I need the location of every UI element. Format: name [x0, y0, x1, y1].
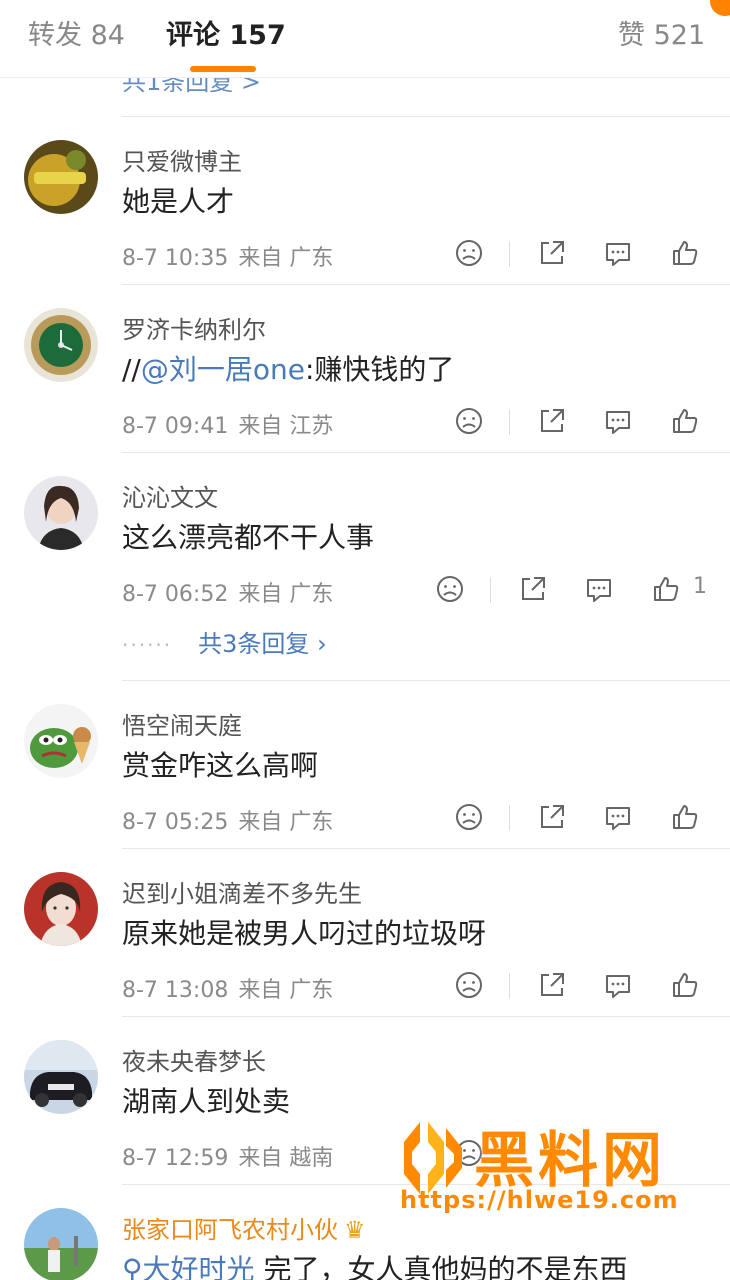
comment-bubble-icon[interactable] — [601, 236, 635, 270]
repost-text: :赚快钱的了 — [304, 353, 455, 386]
search-icon: ⚲ — [122, 1253, 143, 1280]
comment-text: //@刘一居one:赚快钱的了 — [122, 348, 454, 388]
orange-badge — [710, 0, 730, 16]
divider — [122, 452, 730, 453]
thumbs-up-icon[interactable] — [668, 800, 702, 834]
share-icon[interactable] — [535, 968, 569, 1002]
mention-link[interactable]: @刘一居one — [141, 353, 305, 386]
avatar[interactable] — [24, 476, 98, 550]
share-icon[interactable] — [516, 572, 550, 606]
username[interactable]: 只爱微博主 — [122, 142, 242, 177]
comment-body: 完了，女人真他妈的不是东西 — [263, 1253, 628, 1280]
replies-label: 共3条回复 — [198, 630, 310, 658]
comment-bubble-icon[interactable] — [601, 404, 635, 438]
separator — [490, 577, 491, 603]
username[interactable]: 罗济卡纳利尔 — [122, 310, 266, 345]
divider — [122, 680, 730, 681]
avatar[interactable] — [24, 308, 98, 382]
like-count: 1 — [693, 574, 707, 599]
replies-dots: ······ — [122, 633, 173, 657]
divider — [122, 284, 730, 285]
comment-actions — [0, 404, 730, 444]
share-icon[interactable] — [535, 800, 569, 834]
frown-face-icon[interactable] — [452, 236, 486, 270]
comment-bubble-icon[interactable] — [601, 800, 635, 834]
comment-actions — [0, 236, 730, 276]
crown-icon: ♛ — [344, 1216, 366, 1244]
watermark: 黑料网 https://hlwe19.com — [400, 1112, 730, 1222]
comment-bubble-icon[interactable] — [601, 968, 635, 1002]
frown-face-icon[interactable] — [433, 572, 467, 606]
avatar[interactable] — [24, 140, 98, 214]
frown-face-icon[interactable] — [452, 800, 486, 834]
active-tab-indicator — [190, 66, 256, 72]
share-icon[interactable] — [535, 404, 569, 438]
comment-text: ⚲大好时光 完了，女人真他妈的不是东西 — [122, 1248, 627, 1280]
comment-text: 她是人才 — [122, 185, 235, 218]
comment-text: 这么漂亮都不干人事 — [122, 521, 375, 554]
tab-comments[interactable]: 评论 157 — [166, 18, 286, 54]
thumbs-up-icon[interactable] — [649, 572, 683, 606]
watermark-url: https://hlwe19.com — [400, 1186, 679, 1214]
frown-face-icon[interactable] — [452, 404, 486, 438]
username[interactable]: 悟空闹天庭 — [122, 706, 242, 741]
chevron-right-icon: › — [317, 630, 327, 658]
comment-actions: 1 — [0, 572, 730, 612]
repost-prefix: // — [122, 353, 141, 386]
share-icon[interactable] — [535, 236, 569, 270]
username-text: 张家口阿飞农村小伙 — [122, 1216, 338, 1244]
divider — [122, 116, 730, 117]
separator — [509, 805, 510, 831]
divider — [122, 848, 730, 849]
frown-face-icon[interactable] — [452, 968, 486, 1002]
comment-text: 湖南人到处卖 — [122, 1085, 291, 1118]
username[interactable]: 迟到小姐滴差不多先生 — [122, 874, 362, 909]
comment-bubble-icon[interactable] — [582, 572, 616, 606]
separator — [509, 973, 510, 999]
comment-text: 赏金咋这么高啊 — [122, 749, 319, 782]
username[interactable]: 张家口阿飞农村小伙 ♛ — [122, 1210, 366, 1245]
view-replies-link[interactable]: ······ 共3条回复 › — [122, 624, 327, 659]
tab-repost[interactable]: 转发 84 — [28, 18, 125, 54]
avatar[interactable] — [24, 1040, 98, 1114]
thumbs-up-icon[interactable] — [668, 236, 702, 270]
comment-text: 原来她是被男人叼过的垃圾呀 — [122, 917, 487, 950]
comment-actions — [0, 968, 730, 1008]
thumbs-up-icon[interactable] — [668, 968, 702, 1002]
avatar[interactable] — [24, 872, 98, 946]
topic-label: 大好时光 — [142, 1253, 255, 1280]
username[interactable]: 夜未央春梦长 — [122, 1042, 266, 1077]
separator — [509, 241, 510, 267]
separator — [509, 409, 510, 435]
username[interactable]: 沁沁文文 — [122, 478, 218, 513]
comment-tabs: 转发 84 评论 157 赞 521 — [0, 0, 730, 78]
divider — [122, 1016, 730, 1017]
avatar[interactable] — [24, 704, 98, 778]
avatar[interactable] — [24, 1208, 98, 1280]
thumbs-up-icon[interactable] — [668, 404, 702, 438]
topic-link[interactable]: ⚲大好时光 — [122, 1253, 255, 1280]
comment-actions — [0, 800, 730, 840]
tab-likes[interactable]: 赞 521 — [618, 18, 705, 54]
